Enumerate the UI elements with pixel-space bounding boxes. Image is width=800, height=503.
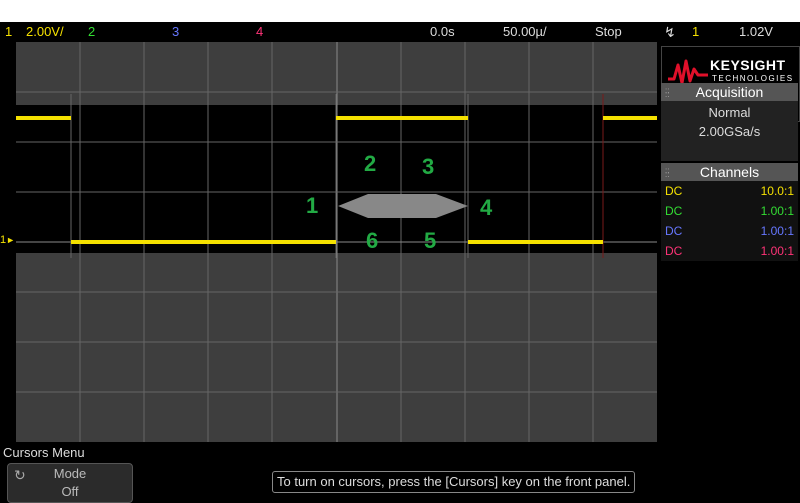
channel-coupling: DC (665, 184, 683, 198)
brand-name: KEYSIGHT (710, 57, 786, 73)
channel-probe: 1.00:1 (760, 204, 794, 218)
channels-header[interactable]: :::: Channels (661, 163, 798, 181)
trigger-level[interactable]: 1.02V (739, 22, 773, 42)
grip-icon: :::: (665, 86, 670, 99)
mode-softkey[interactable]: ↻ Mode Off (7, 463, 133, 503)
ch3-number[interactable]: 3 (172, 22, 179, 42)
grip-icon: :::: (665, 166, 670, 179)
brand-sub: TECHNOLOGIES (712, 74, 794, 83)
channel-probe: 1.00:1 (760, 244, 794, 258)
ch1-scale[interactable]: 2.00V/ (26, 22, 64, 42)
ch4-number[interactable]: 4 (256, 22, 263, 42)
acquisition-panel[interactable]: Normal 2.00GSa/s (661, 101, 798, 161)
channel-coupling: DC (665, 244, 683, 258)
waveform-svg: 1 2 3 4 5 6 (16, 42, 657, 442)
acquisition-mode: Normal (708, 105, 751, 120)
acquisition-rate: 2.00GSa/s (698, 124, 761, 139)
softkey-value: Off (61, 484, 79, 499)
hint-message: To turn on cursors, press the [Cursors] … (272, 471, 636, 493)
annotation-4: 4 (480, 195, 493, 220)
time-scale[interactable]: 50.00µ/ (503, 22, 547, 42)
ch2-number[interactable]: 2 (88, 22, 95, 42)
top-strip (0, 0, 800, 22)
trigger-source[interactable]: 1 (692, 22, 699, 42)
annotation-1: 1 (306, 193, 318, 218)
time-delay[interactable]: 0.0s (430, 22, 455, 42)
waveform-display[interactable]: 1 2 3 4 5 6 (16, 42, 657, 442)
channel-row-2[interactable]: DC 1.00:1 (661, 201, 798, 221)
softkey-label: Mode (53, 466, 87, 481)
ch1-ground-marker[interactable]: 1► (0, 234, 15, 246)
channel-row-4[interactable]: DC 1.00:1 (661, 241, 798, 261)
channel-coupling: DC (665, 224, 683, 238)
channel-probe: 1.00:1 (760, 224, 794, 238)
softkey-bar: Cursors Menu ↻ Mode Off To turn on curso… (0, 443, 800, 503)
annotation-6: 6 (366, 228, 378, 253)
annotation-5: 5 (424, 228, 436, 253)
ch1-number[interactable]: 1 (5, 22, 12, 42)
channel-row-3[interactable]: DC 1.00:1 (661, 221, 798, 241)
run-state[interactable]: Stop (595, 22, 622, 42)
annotation-3: 3 (422, 154, 434, 179)
acquisition-header[interactable]: :::: Acquisition (661, 83, 798, 101)
menu-title: Cursors Menu (3, 445, 85, 460)
rising-edge-trigger-icon: ↯ (664, 24, 676, 40)
sidebar: KEYSIGHT TECHNOLOGIES :::: Acquisition N… (659, 42, 800, 443)
channel-coupling: DC (665, 204, 683, 218)
annotation-2: 2 (364, 151, 376, 176)
channel-probe: 10.0:1 (760, 184, 794, 198)
status-bar: 1 2.00V/ 2 3 4 0.0s 50.00µ/ Stop ↯ 1 1.0… (0, 22, 800, 42)
channel-row-1[interactable]: DC 10.0:1 (661, 181, 798, 201)
